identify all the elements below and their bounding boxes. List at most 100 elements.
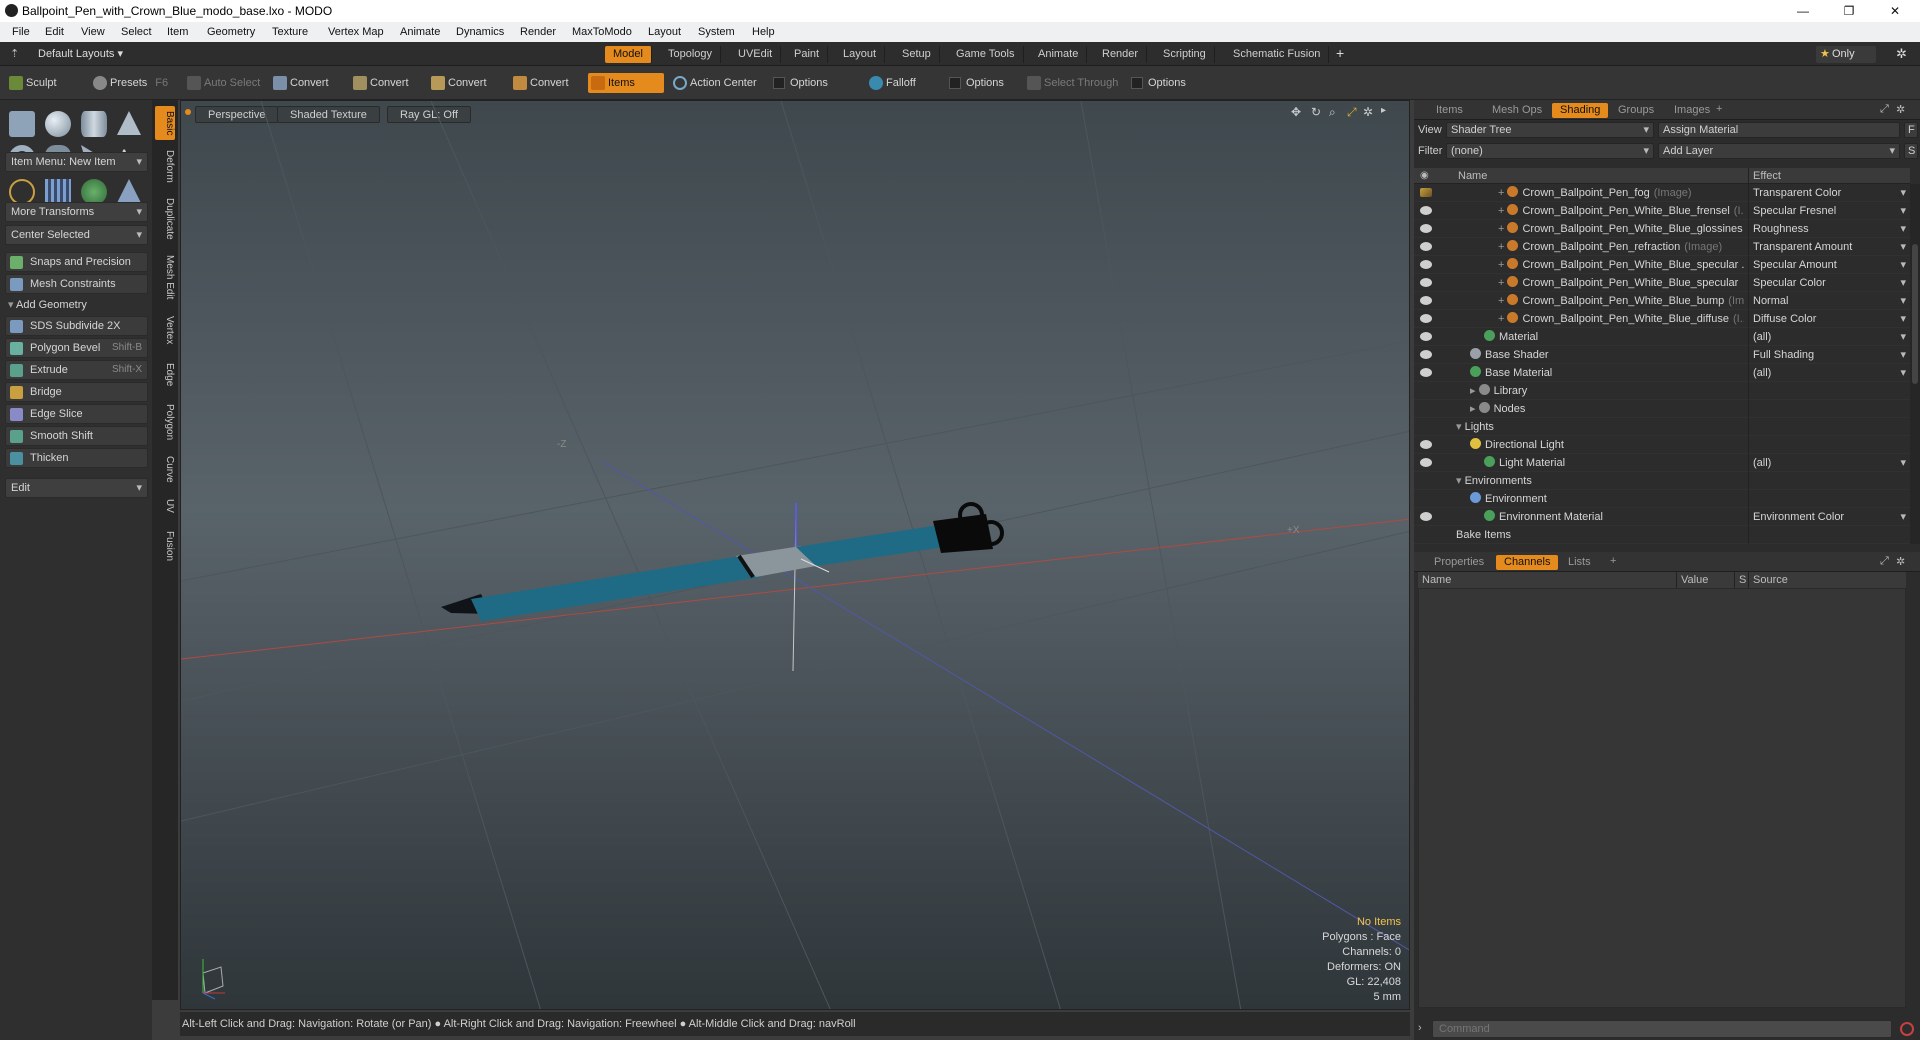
shader-tree-row[interactable]: Environment — [1414, 490, 1910, 508]
expand-plus-icon[interactable]: + — [1498, 241, 1507, 253]
cube-icon[interactable] — [9, 111, 35, 137]
effect-dropdown[interactable]: Transparent Color — [1748, 184, 1910, 202]
shader-tree-row[interactable]: + Crown_Ballpoint_Pen_fog (Image) Transpar… — [1414, 184, 1910, 202]
eye-icon[interactable] — [1420, 512, 1432, 521]
menu-help[interactable]: Help — [752, 26, 775, 38]
vtab-duplicate[interactable]: Duplicate — [155, 194, 175, 244]
select-through-button[interactable]: Select Through — [1024, 73, 1124, 93]
effect-dropdown[interactable]: Specular Color — [1748, 274, 1910, 292]
shader-tree-row[interactable]: + Crown_Ballpoint_Pen_White_Blue_frensel… — [1414, 202, 1910, 220]
shader-tree-row[interactable]: Directional Light — [1414, 436, 1910, 454]
effect-dropdown[interactable]: (all) — [1748, 364, 1910, 382]
eye-icon[interactable] — [1420, 350, 1432, 359]
cylinder-icon[interactable] — [81, 111, 107, 137]
only-toggle[interactable]: ★ Only — [1816, 46, 1876, 63]
tab-render[interactable]: Render — [1094, 46, 1148, 63]
panel-expand-icon[interactable]: ⤢ — [1880, 555, 1889, 568]
eye-icon[interactable] — [1420, 440, 1432, 449]
tool-polygon-bevel[interactable]: Polygon Bevel Shift-B — [5, 338, 148, 358]
effect-dropdown[interactable]: Specular Fresnel — [1748, 202, 1910, 220]
tab-game-tools[interactable]: Game Tools — [948, 46, 1024, 63]
shader-tree-row[interactable]: + Crown_Ballpoint_Pen_refraction (Image) T… — [1414, 238, 1910, 256]
collapse-arrow-icon[interactable]: ▾ — [1456, 421, 1465, 433]
panel-expand-icon[interactable]: ⤢ — [1880, 103, 1889, 116]
vtab-basic[interactable]: Basic — [155, 106, 175, 140]
options-checkbox[interactable] — [773, 77, 785, 89]
add-panel-tab[interactable]: + — [1716, 103, 1722, 115]
vtab-deform[interactable]: Deform — [155, 146, 175, 186]
convert-polygons-button[interactable]: Convert — [428, 73, 493, 93]
f-button[interactable]: F — [1904, 122, 1918, 138]
tab-properties[interactable]: Properties — [1426, 555, 1492, 570]
shader-tree-row[interactable]: ▾ Environments — [1414, 472, 1910, 490]
expand-arrow-icon[interactable]: ▸ — [1470, 403, 1479, 415]
minimize-button[interactable]: — — [1780, 0, 1826, 22]
eye-icon[interactable] — [1420, 242, 1432, 251]
eye-icon[interactable] — [1420, 224, 1432, 233]
eye-icon[interactable] — [1420, 458, 1432, 467]
shader-tree-row[interactable]: + Crown_Ballpoint_Pen_White_Blue_specula… — [1414, 274, 1910, 292]
tab-model[interactable]: Model — [605, 46, 652, 63]
vtab-vertex[interactable]: Vertex — [155, 310, 175, 350]
vtab-uv[interactable]: UV — [155, 494, 175, 518]
menu-system[interactable]: System — [698, 26, 735, 38]
more-transforms-dropdown[interactable]: More Transforms — [5, 202, 148, 222]
expand-arrow-icon[interactable]: ▸ — [1470, 385, 1479, 397]
tool-edge-slice[interactable]: Edge Slice — [5, 404, 148, 424]
eye-icon[interactable] — [1420, 314, 1432, 323]
shader-tree-row[interactable]: ▾ Lights — [1414, 418, 1910, 436]
eye-icon[interactable] — [1420, 278, 1432, 287]
close-button[interactable]: ✕ — [1872, 0, 1918, 22]
shader-tree-row[interactable]: ▸ Nodes — [1414, 400, 1910, 418]
menu-dynamics[interactable]: Dynamics — [456, 26, 504, 38]
expand-plus-icon[interactable]: + — [1498, 277, 1507, 289]
tab-images[interactable]: Images — [1666, 103, 1718, 118]
select-through-options[interactable]: Options — [1128, 73, 1192, 93]
shader-tree-row[interactable]: ▸ Library — [1414, 382, 1910, 400]
effect-dropdown[interactable]: (all) — [1748, 328, 1910, 346]
effect-dropdown[interactable]: Normal — [1748, 292, 1910, 310]
brush-icon[interactable] — [1420, 188, 1432, 197]
shader-tree-row[interactable]: Base Material (all) — [1414, 364, 1910, 382]
falloff-button[interactable]: Falloff — [866, 73, 922, 93]
vtab-mesh-edit[interactable]: Mesh Edit — [155, 252, 175, 302]
add-layer-dropdown[interactable]: Add Layer — [1658, 143, 1900, 159]
mesh-constraints-button[interactable]: Mesh Constraints — [5, 274, 148, 294]
vtab-fusion[interactable]: Fusion — [155, 526, 175, 566]
effect-dropdown[interactable]: Roughness — [1748, 220, 1910, 238]
restore-button[interactable]: ❐ — [1826, 0, 1872, 22]
panel-gear-icon[interactable]: ✲ — [1896, 555, 1905, 568]
tab-groups[interactable]: Groups — [1610, 103, 1662, 118]
expand-plus-icon[interactable]: + — [1498, 295, 1507, 307]
menu-maxtomodo[interactable]: MaxToModo — [572, 26, 632, 38]
presets-button[interactable]: Presets F6 — [90, 73, 174, 93]
menu-animate[interactable]: Animate — [400, 26, 440, 38]
item-menu-dropdown[interactable]: Item Menu: New Item — [5, 152, 148, 172]
effect-dropdown[interactable]: Transparent Amount — [1748, 238, 1910, 256]
menu-view[interactable]: View — [81, 26, 105, 38]
menu-file[interactable]: File — [12, 26, 30, 38]
scrollbar-thumb[interactable] — [1912, 244, 1918, 384]
cone-icon[interactable] — [117, 111, 141, 135]
shader-tree-row[interactable]: + Crown_Ballpoint_Pen_White_Blue_diffuse… — [1414, 310, 1910, 328]
edit-dropdown[interactable]: Edit — [5, 478, 148, 498]
options-checkbox[interactable] — [1131, 77, 1143, 89]
menu-item[interactable]: Item — [167, 26, 188, 38]
add-panel-tab[interactable]: + — [1610, 555, 1616, 567]
chan-col-source[interactable]: Source — [1748, 572, 1792, 588]
shader-tree-row[interactable]: Material (all) — [1414, 328, 1910, 346]
expand-plus-icon[interactable]: + — [1498, 313, 1507, 325]
record-icon[interactable] — [1900, 1022, 1914, 1036]
tab-topology[interactable]: Topology — [660, 46, 722, 63]
menu-render[interactable]: Render — [520, 26, 556, 38]
vtab-curve[interactable]: Curve — [155, 452, 175, 486]
gear-icon[interactable]: ✲ — [1896, 46, 1907, 62]
falloff-options[interactable]: Options — [946, 73, 1010, 93]
options-checkbox[interactable] — [949, 77, 961, 89]
tree-scrollbar[interactable] — [1910, 184, 1920, 544]
add-geometry-header[interactable]: ▾ Add Geometry — [8, 298, 87, 311]
sculpt-button[interactable]: Sculpt — [6, 73, 63, 93]
effect-dropdown[interactable]: Full Shading — [1748, 346, 1910, 364]
panel-gear-icon[interactable]: ✲ — [1896, 103, 1905, 116]
auto-select-button[interactable]: Auto Select — [184, 73, 266, 93]
